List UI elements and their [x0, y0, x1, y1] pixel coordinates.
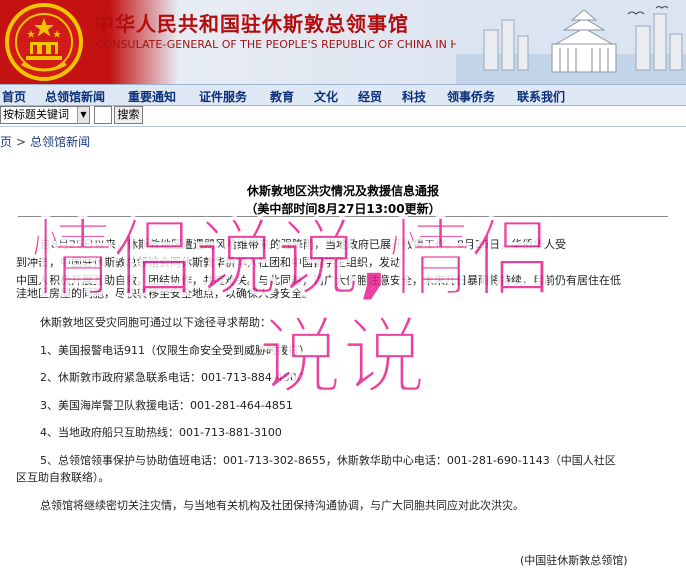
nav-item-science[interactable]: 科技 — [402, 88, 426, 105]
nav-item-contact[interactable]: 联系我们 — [517, 88, 565, 105]
para1-line4: 洼地区房屋的同胞，尽快转移至安全地点，以确保人身安全。 — [16, 287, 313, 300]
search-type-select[interactable]: 按标题关键词 ▼ — [0, 106, 90, 124]
search-type-value: 按标题关键词 — [3, 108, 69, 121]
help-item-2: 2、休斯敦市政府紧急联系电话：001-713-884-4500 — [40, 371, 304, 384]
nav-item-documents[interactable]: 证件服务 — [199, 88, 247, 105]
houston-skyline-icon — [456, 0, 686, 84]
para1-line1: 自8月25日以来，休斯敦地区遭遇飓风哈维带来的强降雨，当地政府已展开救援工作。8… — [40, 238, 566, 251]
site-title-cn: 中华人民共和国驻休斯敦总领事馆 — [94, 12, 409, 36]
help-item-5-line1: 5、总领馆领事保护与协助值班电话：001-713-302-8655，休斯敦华助中… — [40, 454, 616, 467]
breadcrumb-home[interactable]: 页 — [0, 135, 12, 149]
site-title-en: CONSULATE-GENERAL OF THE PEOPLE'S REPUBL… — [96, 38, 506, 51]
search-bar: 按标题关键词 ▼ 搜索 — [0, 106, 686, 124]
breadcrumb: 页 > 总领馆新闻 — [0, 133, 90, 150]
article-title: 休斯敦地区洪灾情况及救援信息通报 — [246, 184, 439, 198]
help-item-3: 3、美国海岸警卫队救援电话：001-281-464-4851 — [40, 399, 293, 412]
national-emblem-icon — [5, 3, 83, 81]
para1-line2: 到冲击，中国驻休斯敦总领馆会同休斯敦华侨华人社团和中国留学生组织，发动 — [16, 256, 401, 269]
chevron-right-icon: > — [16, 135, 27, 149]
main-nav: 首页 总领馆新闻 重要通知 证件服务 教育 文化 经贸 科技 领事侨务 联系我们 — [0, 84, 686, 106]
article-date: （美中部时间8月27日13:00更新） — [245, 202, 441, 216]
nav-item-news[interactable]: 总领馆新闻 — [45, 88, 105, 105]
nav-item-notices[interactable]: 重要通知 — [128, 88, 176, 105]
breadcrumb-news[interactable]: 总领馆新闻 — [30, 135, 90, 149]
chevron-down-icon[interactable]: ▼ — [77, 107, 89, 123]
search-button[interactable]: 搜索 — [114, 106, 143, 124]
article-rule — [18, 216, 668, 217]
help-item-4: 4、当地政府船只互助热线：001-713-881-3100 — [40, 426, 282, 439]
nav-item-education[interactable]: 教育 — [270, 88, 294, 105]
search-input[interactable] — [94, 106, 112, 124]
help-intro: 休斯敦地区受灾同胞可通过以下途径寻求帮助： — [40, 316, 271, 329]
help-item-5-line2: 区互助自救联络）。 — [16, 471, 110, 484]
closing-paragraph: 总领馆将继续密切关注灾情，与当地有关机构及社团保持沟通协调，与广大同胞共同应对此… — [40, 499, 524, 512]
nav-item-home[interactable]: 首页 — [2, 88, 26, 105]
nav-item-trade[interactable]: 经贸 — [358, 88, 382, 105]
header-divider — [0, 126, 686, 127]
site-banner: 中华人民共和国驻休斯敦总领事馆 CONSULATE-GENERAL OF THE… — [0, 0, 686, 84]
nav-item-culture[interactable]: 文化 — [314, 88, 338, 105]
help-item-1: 1、美国报警电话911（仅限生命安全受到威胁时拨打） — [40, 344, 310, 357]
article-signature: (中国驻休斯敦总领馆) — [520, 554, 628, 567]
nav-item-consular[interactable]: 领事侨务 — [447, 88, 495, 105]
